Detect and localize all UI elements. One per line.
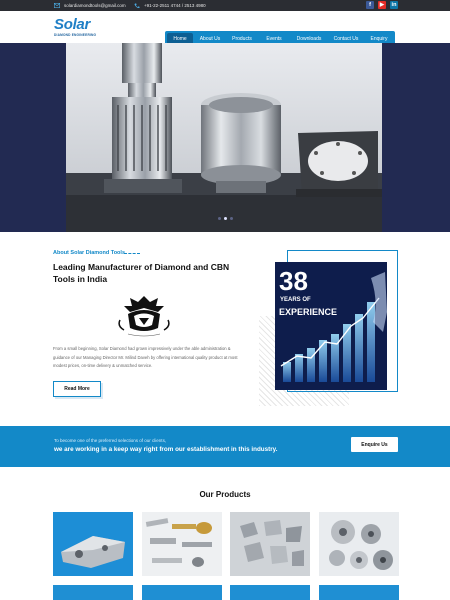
hero-machinery-image: [66, 43, 382, 232]
product-card[interactable]: [142, 585, 222, 600]
top-bar: solardiamondtools@gmail.com +91-22-2511 …: [0, 0, 450, 11]
enquire-us-button[interactable]: Enquire Us: [351, 437, 398, 452]
slider-dot[interactable]: [217, 217, 221, 220]
youtube-icon[interactable]: ▶: [378, 1, 386, 9]
product-image: [53, 512, 133, 576]
product-image: [230, 512, 310, 576]
experience-number: 38: [279, 266, 308, 296]
cta-line-1: To become one of the preferred selection…: [54, 438, 167, 443]
product-image: [319, 512, 399, 576]
experience-label: EXPERIENCE: [279, 307, 338, 317]
experience-panel: 38 YEARS OF EXPERIENCE: [259, 248, 399, 408]
product-card[interactable]: [230, 585, 310, 600]
brand-wordmark: Solar: [54, 16, 91, 33]
hero-slider: [0, 43, 450, 232]
product-card[interactable]: [319, 585, 399, 600]
brand-logo[interactable]: Solar DIAMOND ENGINEERING: [54, 17, 98, 43]
eyebrow-divider: [124, 253, 140, 254]
cta-line-2: we are working in a keep way right from …: [54, 446, 278, 453]
site-header: Solar DIAMOND ENGINEERING Home About Us …: [0, 11, 450, 47]
read-more-button[interactable]: Read More: [53, 381, 101, 397]
experience-years-text: YEARS OF: [280, 297, 311, 303]
product-card[interactable]: [53, 512, 133, 576]
about-eyebrow: About Solar Diamond Tools: [53, 250, 126, 256]
product-image: [142, 512, 222, 576]
phone-contact[interactable]: +91-22-2511 4744 / 2513 4980: [134, 1, 206, 10]
about-paragraph: From a small beginning, Solar Diamond ha…: [53, 346, 238, 369]
email-text: solardiamondtools@gmail.com: [64, 3, 126, 8]
product-card[interactable]: [53, 585, 133, 600]
cta-band: To become one of the preferred selection…: [0, 426, 450, 467]
mail-icon: [54, 3, 60, 9]
linkedin-icon[interactable]: in: [390, 1, 398, 9]
brand-tagline: DIAMOND ENGINEERING: [54, 33, 97, 37]
slider-dot-active[interactable]: [223, 217, 227, 220]
about-heading: Leading Manufacturer of Diamond and CBN …: [53, 262, 230, 284]
experience-image: 38 YEARS OF EXPERIENCE: [275, 262, 387, 390]
products-heading: Our Products: [199, 490, 251, 499]
phone-icon: [134, 3, 140, 9]
company-emblem-image: [118, 296, 170, 337]
phone-text: +91-22-2511 4744 / 2513 4980: [144, 3, 206, 8]
product-card[interactable]: [142, 512, 222, 576]
email-contact[interactable]: solardiamondtools@gmail.com: [54, 1, 126, 10]
product-card[interactable]: [230, 512, 310, 576]
slider-dots: [215, 217, 235, 221]
facebook-icon[interactable]: f: [366, 1, 374, 9]
product-card[interactable]: [319, 512, 399, 576]
slider-dot[interactable]: [229, 217, 233, 220]
